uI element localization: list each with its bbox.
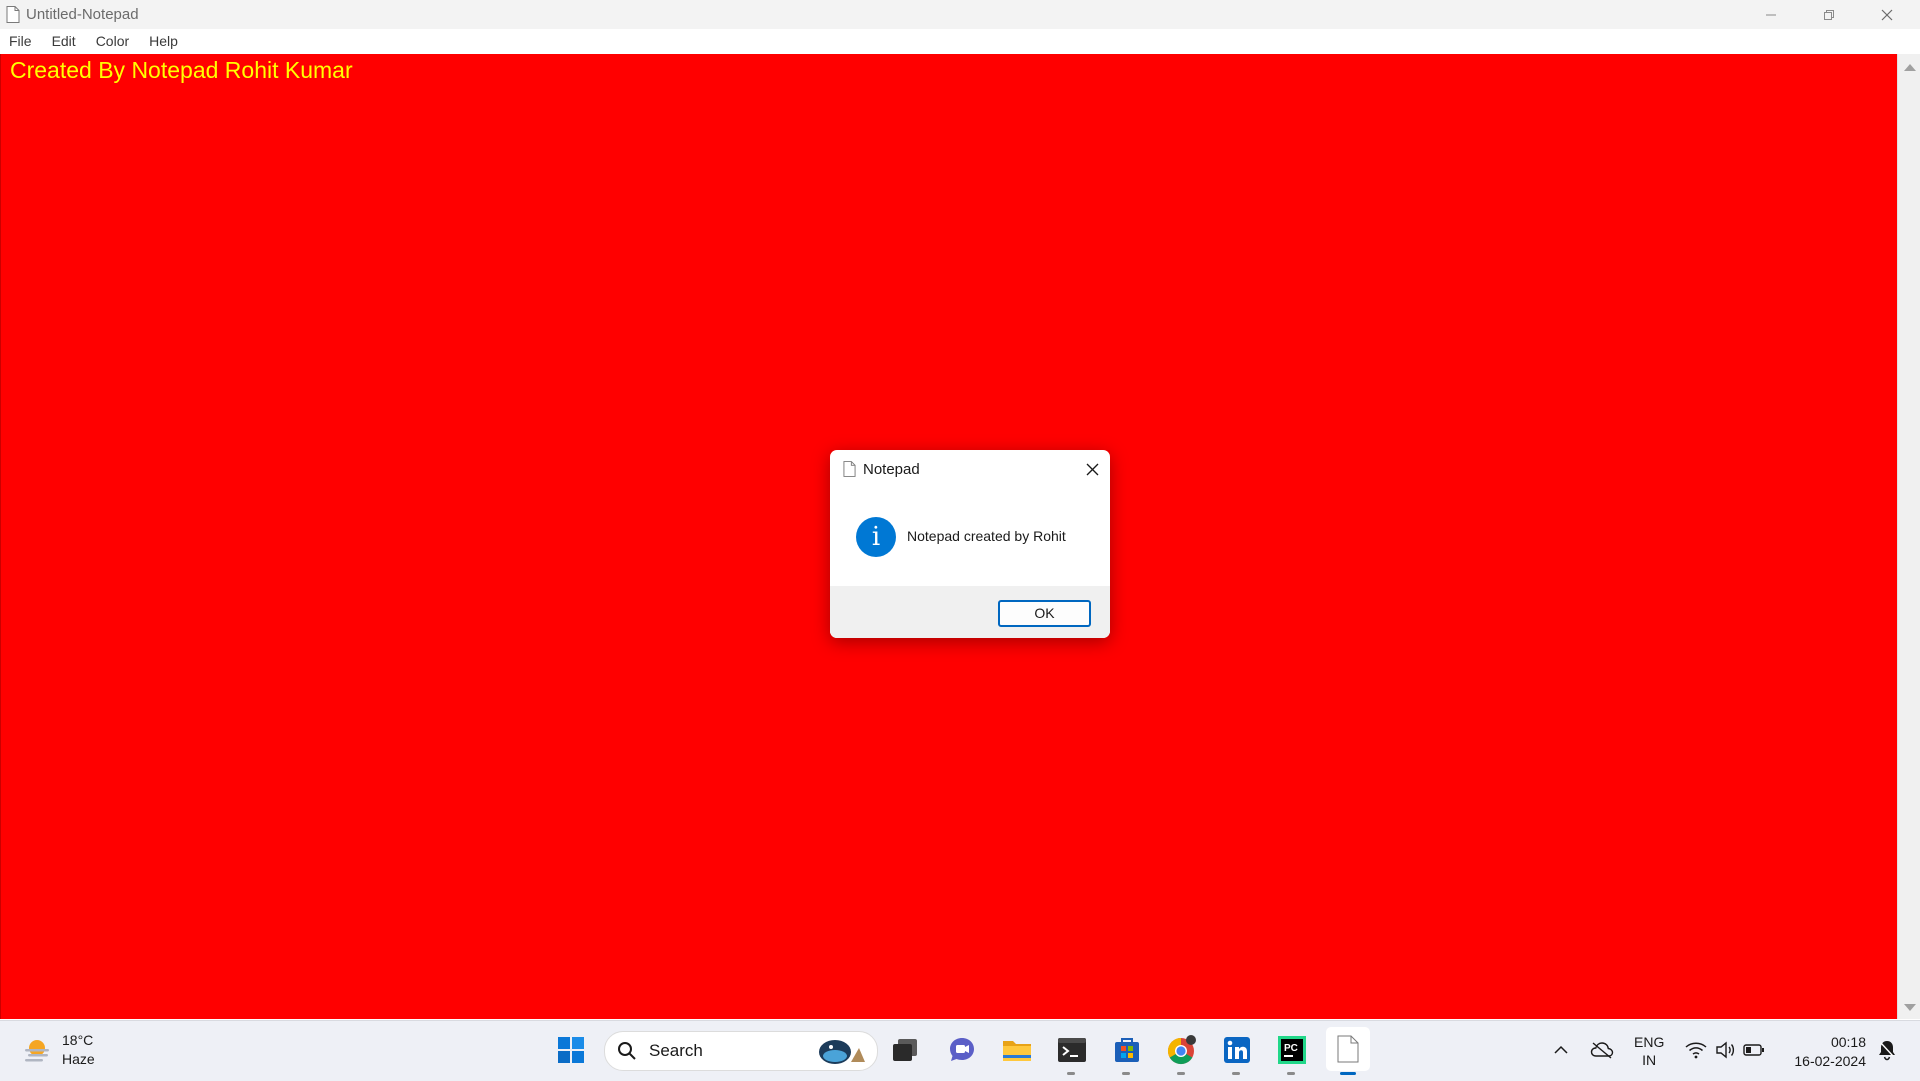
menu-color[interactable]: Color [86,29,139,54]
onedrive-offline-icon [1590,1042,1614,1059]
pycharm-icon: PC [1278,1036,1306,1064]
title-bar: Untitled-Notepad [0,0,1920,29]
running-indicator [1067,1072,1075,1075]
close-button[interactable] [1858,0,1916,29]
chat-button[interactable] [945,1033,979,1067]
dialog-title: Notepad [863,460,920,478]
show-hidden-icons-button[interactable] [1544,1033,1578,1067]
dialog-close-button[interactable] [1080,458,1104,480]
restore-button[interactable] [1800,0,1858,29]
haze-weather-icon [25,1040,49,1062]
clock-time: 00:18 [1830,1034,1866,1050]
system-clock[interactable]: 00:18 16-02-2024 [1784,1033,1866,1071]
dialog-message: Notepad created by Rohit [907,528,1066,544]
message-dialog: Notepad i Notepad created by Rohit OK [830,450,1110,638]
scroll-down-icon[interactable] [1904,1004,1916,1011]
notepad-taskbar-button[interactable] [1326,1027,1370,1075]
chevron-up-icon [1554,1045,1568,1054]
vertical-scrollbar[interactable] [1897,54,1920,1019]
microsoft-store-button[interactable] [1110,1033,1144,1075]
svg-text:PC: PC [1284,1043,1298,1054]
running-indicator [1122,1072,1130,1075]
linkedin-icon [1224,1037,1250,1063]
terminal-button[interactable] [1055,1033,1089,1075]
restore-icon [1824,9,1834,20]
task-view-icon [893,1039,917,1061]
search-label: Search [649,1041,703,1060]
teams-chat-icon [950,1038,974,1061]
region-code: IN [1642,1052,1657,1068]
battery-icon [1743,1044,1764,1056]
language-code: ENG [1634,1034,1665,1050]
close-icon [1881,9,1893,20]
taskbar-search-box[interactable]: Search [604,1031,878,1071]
running-indicator [1287,1072,1295,1075]
search-highlight-icon [819,1040,865,1064]
menu-edit[interactable]: Edit [42,29,86,54]
info-icon: i [856,517,896,557]
linkedin-button[interactable] [1220,1033,1254,1075]
pycharm-button[interactable]: PC [1275,1033,1309,1075]
window-title: Untitled-Notepad [26,6,139,23]
chrome-icon [1167,1035,1196,1065]
notification-bell-icon [1879,1041,1895,1061]
dialog-title-bar: Notepad [830,450,1110,488]
close-icon [1086,463,1098,475]
weather-temperature: 18°C [62,1032,94,1048]
input-language-indicator[interactable]: ENG IN [1634,1033,1664,1069]
active-indicator [1340,1072,1356,1075]
scroll-up-icon[interactable] [1904,64,1916,71]
taskbar: 18°C Haze Search PC ENG IN 00:18 16-02-2… [0,1020,1920,1081]
terminal-icon [1058,1038,1086,1062]
running-indicator [1232,1072,1240,1075]
wifi-icon [1685,1042,1707,1059]
search-icon [618,1042,636,1060]
minimize-button[interactable] [1742,0,1800,29]
start-button[interactable] [554,1033,588,1067]
file-explorer-icon [1003,1041,1031,1061]
clock-date: 16-02-2024 [1794,1053,1866,1069]
volume-icon [1716,1041,1735,1059]
notepad-icon [1337,1035,1359,1063]
task-view-button[interactable] [888,1033,922,1067]
menu-help[interactable]: Help [139,29,188,54]
windows-start-icon [558,1037,584,1063]
menu-bar: File Edit Color Help [0,29,1920,55]
microsoft-store-icon [1115,1038,1139,1062]
dialog-body: i Notepad created by Rohit [830,488,1110,586]
weather-description: Haze [62,1051,95,1067]
editor-content: Created By Notepad Rohit Kumar [10,57,353,83]
running-indicator [1177,1072,1185,1075]
weather-widget[interactable]: 18°C Haze [22,1031,95,1069]
menu-file[interactable]: File [0,29,42,54]
document-icon [6,6,20,23]
ok-button[interactable]: OK [998,600,1091,627]
quick-settings-button[interactable] [1680,1033,1770,1067]
chrome-button[interactable] [1165,1033,1199,1075]
onedrive-button[interactable] [1585,1033,1619,1067]
notifications-button[interactable] [1872,1033,1902,1067]
document-icon [843,461,856,477]
minimize-icon [1766,14,1776,15]
dialog-footer: OK [830,586,1110,638]
file-explorer-button[interactable] [1000,1033,1034,1067]
